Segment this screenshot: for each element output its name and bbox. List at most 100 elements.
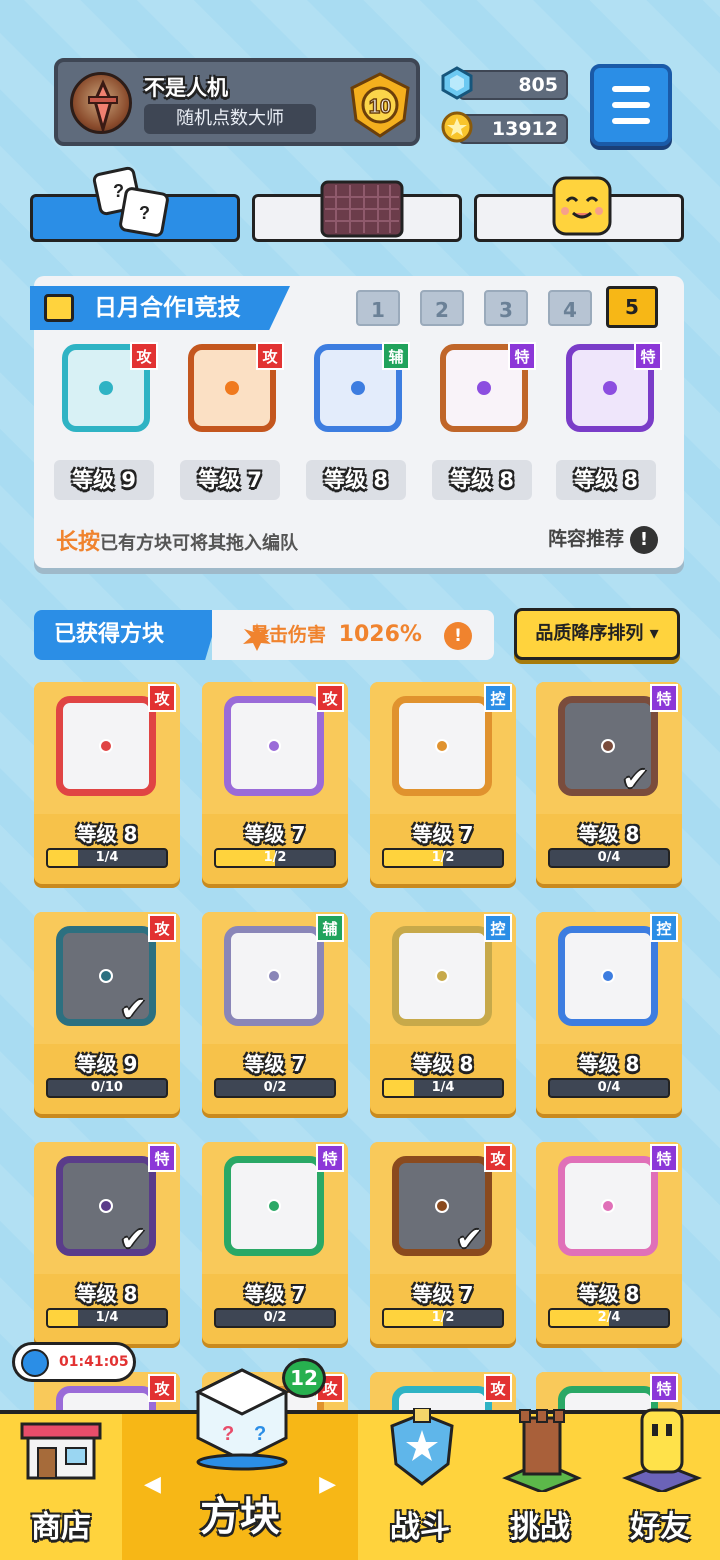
smiley-icon xyxy=(552,176,612,236)
tab-board[interactable] xyxy=(252,180,462,242)
type-tag: 特 xyxy=(634,342,662,370)
dice-dot xyxy=(267,969,281,983)
block-level: 等级 8 xyxy=(578,822,640,846)
upgrade-progress-bar: 1/4 xyxy=(382,1078,504,1098)
sort-label: 品质降序排列 xyxy=(535,623,644,644)
upgrade-progress-bar: 0/2 xyxy=(214,1078,336,1098)
dice-frame xyxy=(392,926,492,1026)
upgrade-progress-bar: 1/2 xyxy=(382,1308,504,1328)
team-tab-5[interactable]: 5 xyxy=(606,286,658,328)
player-profile[interactable]: 不是人机 随机点数大师 10 xyxy=(54,58,420,146)
type-tag: 特 xyxy=(650,1144,678,1172)
type-tag: 攻 xyxy=(148,914,176,942)
dice-dot xyxy=(435,969,449,983)
progress-text: 1/4 xyxy=(431,1080,455,1095)
progress-text: 0/2 xyxy=(263,1310,287,1325)
block-card[interactable]: 控等级 8 1/4 xyxy=(370,912,516,1114)
crit-damage-info[interactable]: 暴击伤害 1026% ! xyxy=(212,610,494,660)
team-tab-4[interactable]: 4 xyxy=(548,290,592,326)
progress-text: 1/2 xyxy=(431,850,455,865)
upgrade-progress-bar: 0/10 xyxy=(46,1078,168,1098)
block-card[interactable]: ✔ 攻等级 9 0/10 xyxy=(34,912,180,1114)
nav-blocks-label: 方块 xyxy=(200,1494,280,1540)
type-tag: 攻 xyxy=(484,1374,512,1402)
dice-frame xyxy=(558,1156,658,1256)
svg-text:?: ? xyxy=(113,181,124,201)
nav-friends[interactable]: 好友 xyxy=(600,1408,720,1560)
sort-dropdown[interactable]: 品质降序排列 ▾ xyxy=(514,608,680,660)
team-slot[interactable]: 特 xyxy=(554,332,662,444)
dice-dot xyxy=(435,739,449,753)
tab-emote[interactable] xyxy=(474,176,684,242)
upgrade-progress-bar: 1/4 xyxy=(46,1308,168,1328)
team-slot[interactable]: 辅 xyxy=(302,332,410,444)
player-name: 不是人机 xyxy=(144,76,228,100)
player-title: 随机点数大师 xyxy=(144,104,316,134)
team-slot[interactable]: 特 xyxy=(428,332,536,444)
crit-value: 1026% xyxy=(338,622,422,647)
nav-shop[interactable]: 商店 xyxy=(0,1414,122,1560)
edit-pencil-icon[interactable] xyxy=(44,294,74,322)
block-card[interactable]: 控等级 7 1/2 xyxy=(370,682,516,884)
team-slot[interactable]: 攻 xyxy=(176,332,284,444)
type-tag: 攻 xyxy=(316,684,344,712)
dice-icon: ? ? xyxy=(92,166,169,237)
block-card[interactable]: 攻等级 8 1/4 xyxy=(34,682,180,884)
info-icon: ! xyxy=(444,622,472,650)
recommend-label: 阵容推荐 xyxy=(547,528,624,550)
type-tag: 特 xyxy=(508,342,536,370)
block-card[interactable]: 特等级 7 0/2 xyxy=(202,1142,348,1344)
equipped-check-icon: ✔ xyxy=(120,990,147,1028)
owned-title: 已获得方块 xyxy=(34,610,220,660)
progress-text: 0/2 xyxy=(263,1080,287,1095)
block-card[interactable]: ✔ 特等级 8 0/4 xyxy=(536,682,682,884)
team-tab-3[interactable]: 3 xyxy=(484,290,528,326)
gem-amount: 805 xyxy=(458,70,568,100)
dice-dot xyxy=(477,381,491,395)
dice-dot xyxy=(601,969,615,983)
progress-text: 1/2 xyxy=(263,850,287,865)
dice-dot xyxy=(99,739,113,753)
team-title-text: 日月合作I竞技 xyxy=(94,295,241,321)
equipped-check-icon: ✔ xyxy=(622,760,649,798)
tower-icon xyxy=(502,1409,582,1492)
coin-counter[interactable]: 13912 xyxy=(440,110,568,146)
team-tab-2[interactable]: 2 xyxy=(420,290,464,326)
bottom-nav: 商店 ? ? ◀ ▶ 方块 战斗 挑战 好友 xyxy=(0,1368,720,1560)
block-card[interactable]: ✔ 攻等级 7 1/2 xyxy=(370,1142,516,1344)
team-hint: 长按已有方块可将其拖入编队 xyxy=(56,524,298,556)
info-icon: ! xyxy=(630,526,658,554)
menu-button[interactable] xyxy=(590,64,672,146)
block-level: 等级 8 xyxy=(76,822,138,846)
block-card[interactable]: 辅等级 7 0/2 xyxy=(202,912,348,1114)
team-slot[interactable]: 攻 xyxy=(50,332,158,444)
upgrade-progress-bar: 2/4 xyxy=(548,1308,670,1328)
team-title[interactable]: 日月合作I竞技 xyxy=(30,286,290,330)
dice-dot xyxy=(267,1199,281,1213)
tab-dice[interactable]: ? ? xyxy=(30,166,240,242)
dice-frame xyxy=(224,1156,324,1256)
block-level: 等级 7 xyxy=(244,1282,306,1306)
slot-level: 等级 8 xyxy=(556,460,656,500)
block-level: 等级 8 xyxy=(578,1052,640,1076)
dice-dot xyxy=(99,969,113,983)
block-card[interactable]: 控等级 8 0/4 xyxy=(536,912,682,1114)
lineup-recommend-button[interactable]: 阵容推荐! xyxy=(548,524,658,554)
dice-dot xyxy=(99,1199,113,1213)
team-tab-1[interactable]: 1 xyxy=(356,290,400,326)
dice-frame xyxy=(392,696,492,796)
nav-challenge[interactable]: 挑战 xyxy=(480,1409,600,1560)
block-level: 等级 8 xyxy=(412,1052,474,1076)
nav-blocks[interactable]: ? ? ◀ ▶ 方块 xyxy=(122,1368,358,1560)
block-card[interactable]: 特等级 8 2/4 xyxy=(536,1142,682,1344)
block-card[interactable]: 攻等级 7 1/2 xyxy=(202,682,348,884)
block-card[interactable]: ✔ 特等级 8 1/4 xyxy=(34,1142,180,1344)
upgrade-progress-bar: 0/2 xyxy=(214,1308,336,1328)
friend-character-icon xyxy=(622,1408,702,1492)
gem-counter[interactable]: 805 xyxy=(440,66,568,102)
nav-battle[interactable]: 战斗 xyxy=(360,1408,480,1560)
hint-text: 已有方块可将其拖入编队 xyxy=(100,533,299,554)
progress-text: 1/2 xyxy=(431,1310,455,1325)
block-level: 等级 7 xyxy=(412,822,474,846)
slot-level: 等级 8 xyxy=(432,460,532,500)
